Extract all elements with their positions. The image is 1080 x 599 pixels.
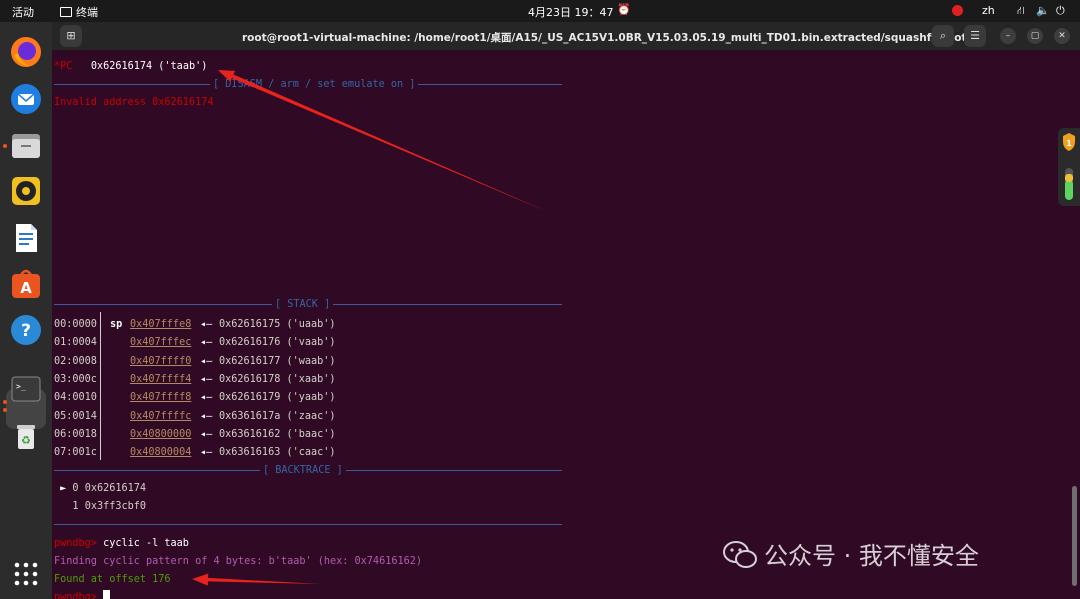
watermark: 公众号 · 我不懂安全 (722, 536, 979, 571)
offset-arrow-shaft (207, 577, 320, 584)
annotation-arrows (192, 70, 549, 586)
wechat-icon (723, 541, 757, 568)
pc-arrow-head (218, 70, 236, 82)
watermark-text: 公众号 · 我不懂安全 (764, 542, 979, 570)
pc-arrow-shaft (231, 74, 549, 213)
offset-arrow-head (192, 573, 209, 586)
